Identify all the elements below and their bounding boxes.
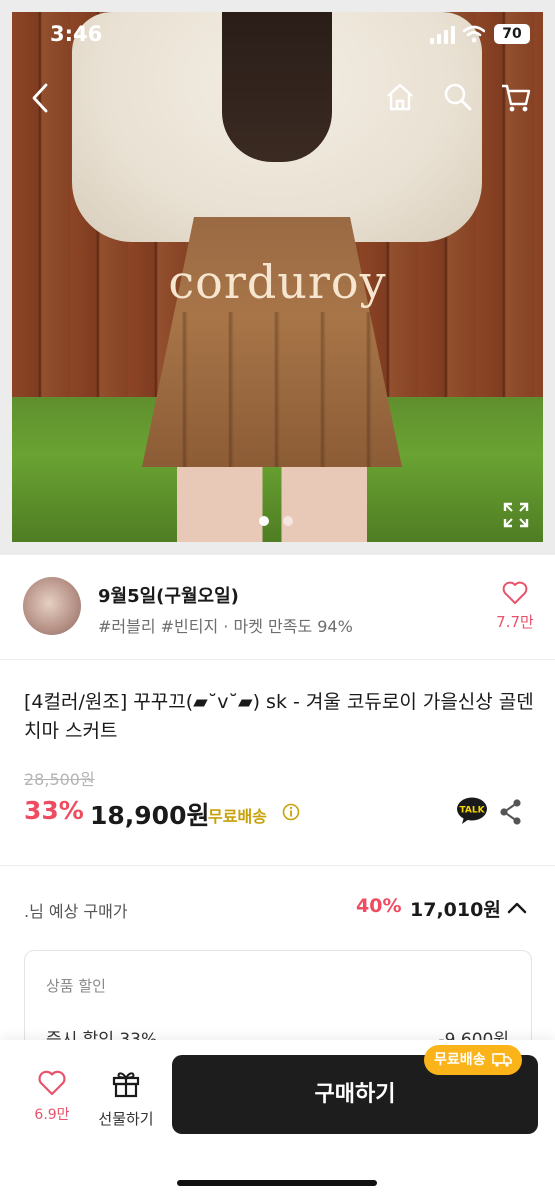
search-icon[interactable] (443, 82, 473, 112)
expected-price: 17,010원 (410, 899, 501, 921)
fullscreen-expand-icon[interactable] (503, 502, 529, 528)
expected-price-label: .님 예상 구매가 (24, 902, 128, 921)
carousel-indicator (259, 516, 293, 526)
seller-name[interactable]: 9월5일(구월오일) (98, 582, 239, 608)
signal-icon (430, 26, 455, 44)
section-divider (0, 865, 555, 866)
kakaotalk-share-icon[interactable]: TALK (456, 797, 488, 825)
free-shipping-badge-label: 무료배송 (434, 1052, 486, 1068)
heart-outline-icon (502, 581, 528, 604)
carousel-dot[interactable] (283, 516, 293, 526)
back-arrow-icon[interactable] (28, 82, 52, 114)
bottom-action-bar: 6.9만 선물하기 구매하기 무료배송 (0, 1040, 555, 1200)
gift-icon (112, 1072, 140, 1098)
home-indicator (177, 1180, 377, 1186)
product-image-area: corduroy 3:46 70 (0, 0, 555, 555)
free-shipping-badge: 무료배송 (424, 1045, 522, 1075)
svg-text:TALK: TALK (459, 806, 485, 816)
status-time: 3:46 (50, 22, 103, 46)
free-shipping-label: 무료배송 (208, 807, 267, 826)
seller-tags: #러블리 #빈티지 · 마켓 만족도 94% (98, 617, 353, 636)
truck-icon (491, 1053, 512, 1067)
gift-label: 선물하기 (98, 1110, 154, 1128)
chevron-up-icon[interactable] (506, 897, 528, 919)
gift-button[interactable]: 선물하기 (94, 1068, 158, 1129)
info-icon[interactable] (282, 803, 300, 821)
carousel-dot-active[interactable] (259, 516, 269, 526)
cart-icon[interactable] (500, 82, 532, 114)
share-icon[interactable] (500, 799, 522, 825)
status-bar: 3:46 70 (0, 18, 555, 52)
like-button[interactable]: 6.9만 (28, 1070, 76, 1124)
discount-rate: 33% (24, 796, 84, 825)
product-title: [4컬러/원조] 꾸꾸끄(▰˘v˘▰) sk - 겨울 코듀로이 가을신상 골덴… (24, 691, 534, 742)
discount-box-title: 상품 할인 (46, 977, 106, 995)
heart-outline-icon (38, 1070, 66, 1096)
home-icon[interactable] (385, 82, 415, 112)
battery-icon: 70 (494, 24, 530, 44)
expected-discount-rate: 40% (356, 895, 402, 917)
seller-like-count: 7.7만 (496, 613, 534, 631)
photo-watermark: corduroy (168, 255, 387, 309)
seller-like-button[interactable]: 7.7만 (494, 581, 536, 632)
seller-avatar[interactable] (23, 577, 81, 635)
wifi-icon (463, 25, 485, 43)
original-price: 28,500원 (24, 770, 95, 789)
like-count: 6.9만 (34, 1107, 70, 1123)
seller-section[interactable]: 9월5일(구월오일) #러블리 #빈티지 · 마켓 만족도 94% 7.7만 (0, 555, 555, 660)
sale-price: 18,900원 (90, 801, 210, 830)
